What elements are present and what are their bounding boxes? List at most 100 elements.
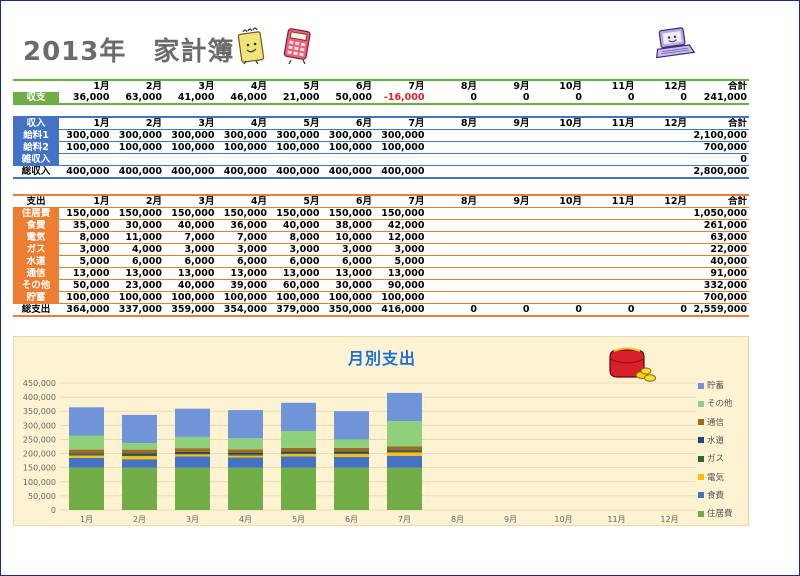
expense-cell[interactable] [479,219,532,232]
expense-cell[interactable] [584,243,637,256]
expense-cell[interactable] [584,291,637,304]
expense-cell[interactable] [584,207,637,220]
income-cell[interactable] [164,153,217,166]
expense-row-total[interactable]: 63,000 [689,231,749,244]
income-cell[interactable]: 100,000 [164,141,217,154]
income-cell[interactable]: 300,000 [269,129,322,142]
expense-cell[interactable]: 6,000 [321,255,374,268]
expense-cell[interactable] [636,255,689,268]
expense-cell[interactable]: 5,000 [374,255,427,268]
expense-cell[interactable]: 3,000 [59,243,112,256]
expense-cell[interactable]: 40,000 [164,279,217,292]
income-cell[interactable]: 100,000 [269,141,322,154]
expense-sum-cell[interactable]: 379,000 [269,303,322,317]
expense-cell[interactable]: 100,000 [59,291,112,304]
income-cell[interactable] [426,129,479,142]
income-sum-cell[interactable]: 400,000 [321,165,374,179]
expense-row-total[interactable]: 261,000 [689,219,749,232]
expense-cell[interactable]: 6,000 [216,255,269,268]
expense-cell[interactable] [531,231,584,244]
expense-cell[interactable] [479,267,532,280]
expense-cell[interactable] [479,255,532,268]
balance-total[interactable]: 241,000 [689,92,749,105]
income-cell[interactable]: 300,000 [59,129,112,142]
expense-cell[interactable] [426,219,479,232]
income-row-total[interactable]: 2,100,000 [689,129,749,142]
income-cell[interactable] [636,141,689,154]
expense-cell[interactable]: 7,000 [164,231,217,244]
expense-cell[interactable] [426,255,479,268]
expense-row-total[interactable]: 1,050,000 [689,207,749,220]
income-cell[interactable] [636,129,689,142]
income-cell[interactable] [531,129,584,142]
income-cell[interactable]: 300,000 [164,129,217,142]
expense-cell[interactable]: 3,000 [374,243,427,256]
expense-cell[interactable]: 150,000 [164,207,217,220]
income-row-total[interactable]: 700,000 [689,141,749,154]
income-sum-cell[interactable]: 400,000 [269,165,322,179]
balance-cell[interactable]: 0 [531,92,584,105]
income-cell[interactable] [636,153,689,166]
income-cell[interactable] [531,153,584,166]
expense-sum-cell[interactable]: 337,000 [111,303,164,317]
expense-sum-cell[interactable]: 350,000 [321,303,374,317]
expense-cell[interactable]: 6,000 [164,255,217,268]
expense-cell[interactable] [426,279,479,292]
expense-cell[interactable]: 13,000 [59,267,112,280]
expense-cell[interactable] [531,291,584,304]
expense-cell[interactable]: 6,000 [111,255,164,268]
expense-cell[interactable]: 100,000 [216,291,269,304]
expense-sum-cell[interactable]: 416,000 [374,303,427,317]
expense-cell[interactable]: 3,000 [216,243,269,256]
expense-sum-cell[interactable]: 0 [479,303,532,317]
expense-cell[interactable]: 100,000 [164,291,217,304]
expense-cell[interactable] [426,231,479,244]
expense-cell[interactable]: 13,000 [269,267,322,280]
expense-cell[interactable]: 11,000 [111,231,164,244]
income-cell[interactable]: 100,000 [321,141,374,154]
expense-cell[interactable]: 30,000 [321,279,374,292]
expense-cell[interactable] [636,291,689,304]
balance-cell[interactable]: 0 [584,92,637,105]
expense-sum-cell[interactable]: 354,000 [216,303,269,317]
expense-cell[interactable]: 6,000 [269,255,322,268]
expense-cell[interactable]: 13,000 [164,267,217,280]
expense-cell[interactable]: 13,000 [111,267,164,280]
expense-sum-cell[interactable]: 0 [426,303,479,317]
expense-row-total[interactable]: 700,000 [689,291,749,304]
income-cell[interactable] [584,141,637,154]
expense-cell[interactable] [479,291,532,304]
expense-cell[interactable]: 100,000 [269,291,322,304]
expense-cell[interactable]: 150,000 [111,207,164,220]
expense-sum-cell[interactable]: 0 [531,303,584,317]
expense-cell[interactable] [636,243,689,256]
expense-cell[interactable] [426,291,479,304]
expense-cell[interactable]: 150,000 [269,207,322,220]
income-sum-cell[interactable]: 400,000 [216,165,269,179]
expense-cell[interactable]: 8,000 [269,231,322,244]
expense-cell[interactable] [479,207,532,220]
income-cell[interactable] [374,153,427,166]
income-cell[interactable]: 300,000 [374,129,427,142]
balance-cell[interactable]: 46,000 [216,92,269,105]
expense-row-total[interactable]: 91,000 [689,267,749,280]
expense-cell[interactable] [426,207,479,220]
income-cell[interactable] [584,153,637,166]
expense-cell[interactable]: 36,000 [216,219,269,232]
income-cell[interactable] [216,153,269,166]
expense-cell[interactable]: 100,000 [374,291,427,304]
expense-sum-cell[interactable]: 364,000 [59,303,112,317]
expense-cell[interactable] [636,267,689,280]
expense-cell[interactable]: 13,000 [374,267,427,280]
expense-sum-row-total[interactable]: 2,559,000 [689,303,749,317]
income-sum-cell[interactable]: 400,000 [111,165,164,179]
income-sum-cell[interactable] [584,165,637,179]
expense-cell[interactable] [636,279,689,292]
expense-cell[interactable] [531,219,584,232]
expense-cell[interactable]: 39,000 [216,279,269,292]
income-cell[interactable] [321,153,374,166]
expense-cell[interactable]: 150,000 [374,207,427,220]
expense-cell[interactable]: 40,000 [164,219,217,232]
expense-cell[interactable]: 3,000 [269,243,322,256]
expense-cell[interactable]: 35,000 [59,219,112,232]
